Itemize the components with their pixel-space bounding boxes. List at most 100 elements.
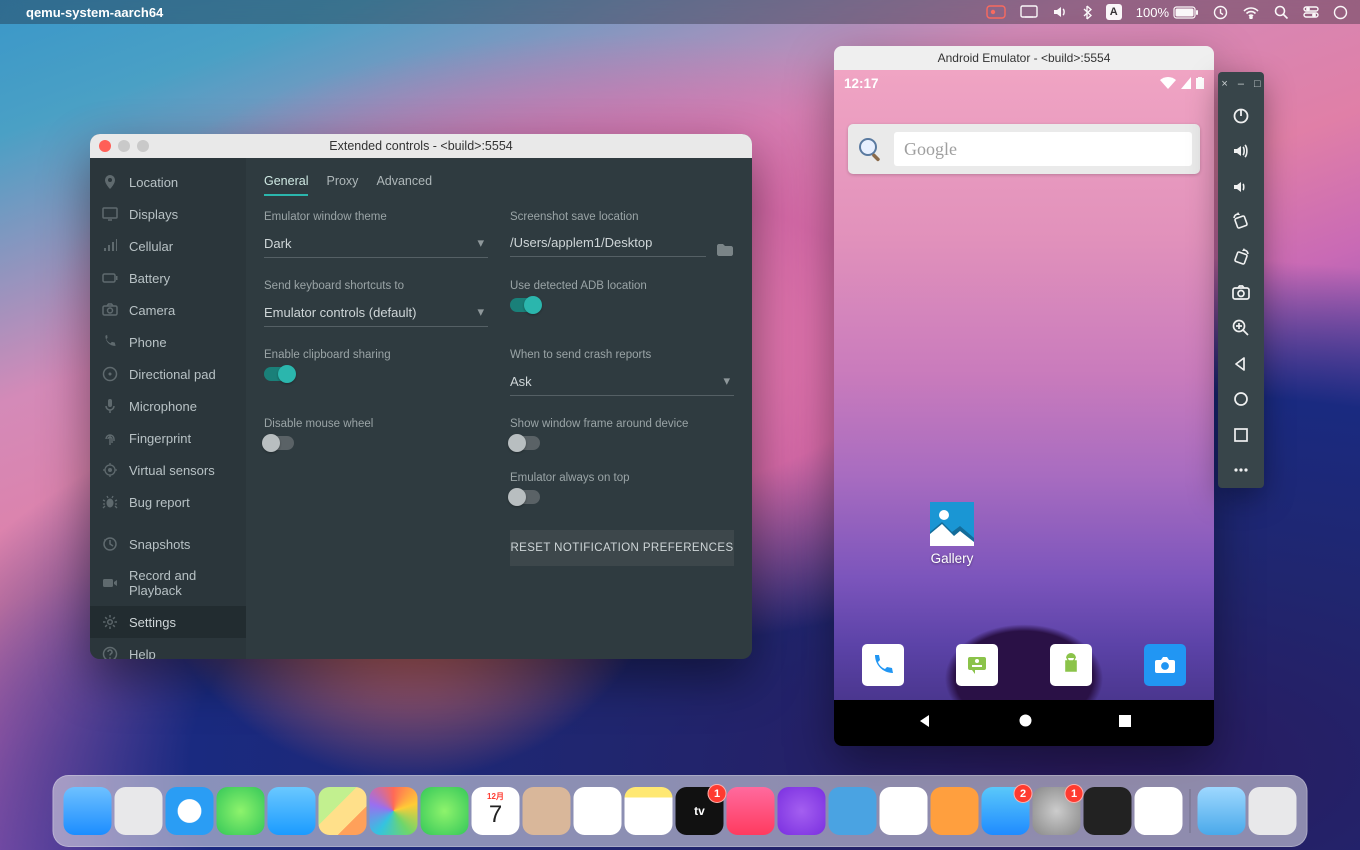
dock-messages-icon[interactable] <box>217 787 265 835</box>
menubar-app-name[interactable]: qemu-system-aarch64 <box>26 5 163 20</box>
sidebar-item-help[interactable]: Help <box>90 638 246 659</box>
adb-toggle[interactable] <box>510 298 540 312</box>
back-icon[interactable] <box>1218 346 1264 381</box>
sidebar-item-snapshots[interactable]: Snapshots <box>90 528 246 560</box>
sidebar-item-microphone[interactable]: Microphone <box>90 390 246 422</box>
nav-home-icon[interactable] <box>1018 713 1033 733</box>
control-center-icon[interactable] <box>1303 6 1319 18</box>
dock-calendar-icon[interactable]: 12月 7 <box>472 787 520 835</box>
tab-proxy[interactable]: Proxy <box>326 168 358 196</box>
dock-podcasts-icon[interactable] <box>778 787 826 835</box>
screenshot-icon[interactable] <box>1218 275 1264 310</box>
clock-history-icon[interactable] <box>1213 5 1228 20</box>
dock-downloads-icon[interactable] <box>1198 787 1246 835</box>
screenshot-path-field[interactable]: /Users/applem1/Desktop <box>510 229 706 257</box>
sidebar-item-location[interactable]: Location <box>90 166 246 198</box>
emulator-close-icon[interactable]: × <box>1221 78 1227 90</box>
more-icon[interactable] <box>1218 453 1264 488</box>
sidebar-item-record-and-playback[interactable]: Record and Playback <box>90 560 246 606</box>
dock-contacts-icon[interactable] <box>523 787 571 835</box>
emulator-maximize-icon[interactable]: □ <box>1254 78 1261 90</box>
tab-general[interactable]: General <box>264 168 308 196</box>
nav-overview-icon[interactable] <box>1118 714 1132 733</box>
phone-app-icon[interactable] <box>862 644 904 686</box>
volume-icon[interactable] <box>1052 5 1068 19</box>
window-frame-toggle[interactable] <box>510 436 540 450</box>
sidebar-item-cellular[interactable]: Cellular <box>90 230 246 262</box>
dock-notes-icon[interactable] <box>625 787 673 835</box>
rotate-left-icon[interactable] <box>1218 204 1264 239</box>
screen-mirroring-icon[interactable] <box>1020 5 1038 19</box>
emulator-titlebar[interactable]: Android Emulator - <build>:5554 <box>834 46 1214 70</box>
emulator-minimize-icon[interactable]: – <box>1238 78 1244 90</box>
android-system-icon[interactable] <box>1050 644 1092 686</box>
google-search-box[interactable]: Google <box>894 132 1192 166</box>
volume-up-icon[interactable] <box>1218 133 1264 168</box>
power-icon[interactable] <box>1218 98 1264 133</box>
dock-pages-icon[interactable] <box>931 787 979 835</box>
menubar-status-icon[interactable] <box>986 5 1006 19</box>
input-source-icon[interactable]: A <box>1106 4 1122 20</box>
dock-maps-icon[interactable] <box>319 787 367 835</box>
dock-finder-icon[interactable] <box>64 787 112 835</box>
dock-photos-icon[interactable] <box>370 787 418 835</box>
dock-settings-icon[interactable]: 1 <box>1033 787 1081 835</box>
extended-controls-window: Extended controls - <build>:5554 Locatio… <box>90 134 752 659</box>
sidebar-item-bug-report[interactable]: Bug report <box>90 486 246 518</box>
wifi-icon[interactable] <box>1242 6 1260 19</box>
minimize-icon[interactable] <box>118 140 130 152</box>
dock-reminders-icon[interactable] <box>574 787 622 835</box>
always-on-top-toggle[interactable] <box>510 490 540 504</box>
bluetooth-icon[interactable] <box>1082 5 1092 20</box>
zoom-in-icon[interactable] <box>1218 311 1264 346</box>
dock-mail-icon[interactable] <box>268 787 316 835</box>
overview-icon[interactable] <box>1218 417 1264 452</box>
theme-select[interactable]: Dark ▾ <box>264 229 488 258</box>
window-titlebar[interactable]: Extended controls - <build>:5554 <box>90 134 752 158</box>
dock-facetime-icon[interactable] <box>421 787 469 835</box>
magnifier-icon <box>856 135 884 163</box>
camera-icon <box>102 302 118 318</box>
dock-tv-icon[interactable]: tv1 <box>676 787 724 835</box>
close-icon[interactable] <box>99 140 111 152</box>
dock-trash-icon[interactable] <box>1249 787 1297 835</box>
reset-notification-button[interactable]: RESET NOTIFICATION PREFERENCES <box>510 530 734 566</box>
google-search-widget[interactable]: Google <box>848 124 1200 174</box>
mouse-wheel-toggle[interactable] <box>264 436 294 450</box>
dock-launchpad-icon[interactable] <box>115 787 163 835</box>
dock-keynote-icon[interactable] <box>829 787 877 835</box>
sidebar-item-fingerprint[interactable]: Fingerprint <box>90 422 246 454</box>
dock-numbers-icon[interactable] <box>880 787 928 835</box>
sidebar-item-label: Phone <box>129 335 167 350</box>
sidebar-item-phone[interactable]: Phone <box>90 326 246 358</box>
crash-report-select[interactable]: Ask ▾ <box>510 367 734 396</box>
dock-simulator-icon[interactable] <box>1135 787 1183 835</box>
spotlight-icon[interactable] <box>1274 5 1289 20</box>
battery-icon[interactable] <box>1173 6 1199 19</box>
siri-icon[interactable] <box>1333 5 1348 20</box>
sidebar-item-settings[interactable]: Settings <box>90 606 246 638</box>
emulator-screen[interactable]: 12:17 Google Gallery <box>834 70 1214 746</box>
fingerprint-icon <box>102 430 118 446</box>
gallery-app-icon[interactable] <box>930 502 974 546</box>
volume-down-icon[interactable] <box>1218 169 1264 204</box>
sidebar-item-camera[interactable]: Camera <box>90 294 246 326</box>
dock-safari-icon[interactable] <box>166 787 214 835</box>
sidebar-item-directional-pad[interactable]: Directional pad <box>90 358 246 390</box>
camera-app-icon[interactable] <box>1144 644 1186 686</box>
dock-music-icon[interactable] <box>727 787 775 835</box>
dock-finalcut-icon[interactable] <box>1084 787 1132 835</box>
dock-appstore-icon[interactable]: 2 <box>982 787 1030 835</box>
tab-advanced[interactable]: Advanced <box>376 168 432 196</box>
sidebar-item-battery[interactable]: Battery <box>90 262 246 294</box>
home-icon[interactable] <box>1218 382 1264 417</box>
rotate-right-icon[interactable] <box>1218 240 1264 275</box>
sidebar-item-displays[interactable]: Displays <box>90 198 246 230</box>
shortcuts-select[interactable]: Emulator controls (default) ▾ <box>264 298 488 327</box>
nav-back-icon[interactable] <box>917 713 933 734</box>
folder-icon[interactable] <box>716 243 734 257</box>
zoom-icon[interactable] <box>137 140 149 152</box>
clipboard-toggle[interactable] <box>264 367 294 381</box>
messaging-app-icon[interactable] <box>956 644 998 686</box>
sidebar-item-virtual-sensors[interactable]: Virtual sensors <box>90 454 246 486</box>
